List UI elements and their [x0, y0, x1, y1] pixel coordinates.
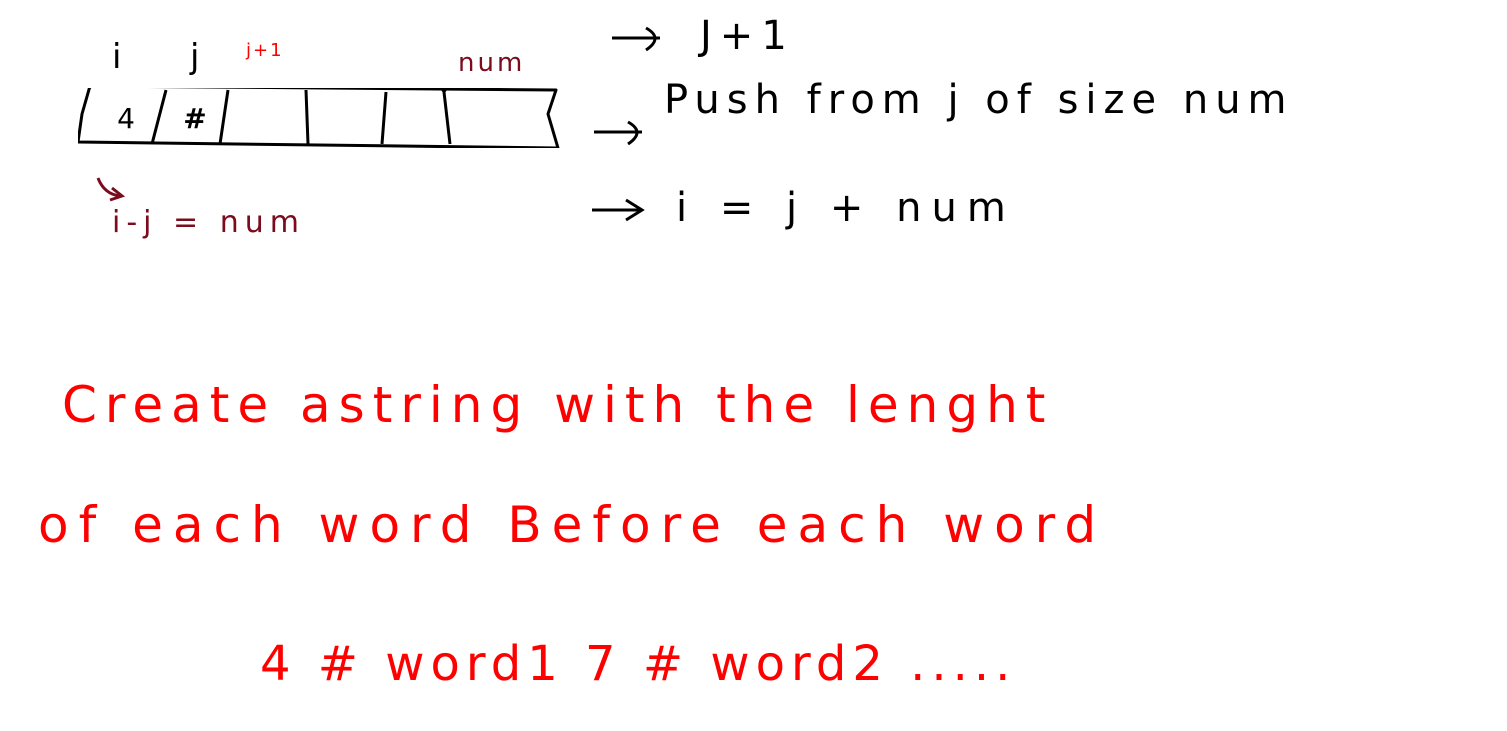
whiteboard-canvas: i j j+1 num 4 # i-j = num J+1 Push from …: [0, 0, 1507, 731]
arrow-right-icon: [594, 120, 642, 146]
note-example: 4 # word1 7 # word2 .....: [260, 636, 1017, 692]
down-right-arrow-icon: [96, 177, 126, 202]
step-3-text: i = j + num: [676, 185, 1016, 231]
label-j: j: [190, 37, 206, 77]
arrow-right-icon: [612, 26, 660, 52]
arrow-right-icon: [592, 198, 645, 222]
step-1-text: J+1: [700, 13, 795, 59]
formula-i-minus-j: i-j = num: [112, 205, 305, 240]
note-line-2: of each word Before each word: [38, 496, 1107, 554]
array-diagram: 4 #: [78, 88, 560, 148]
label-num: num: [458, 48, 526, 78]
array-cell-0: 4: [117, 101, 135, 135]
array-cell-1: #: [183, 101, 207, 135]
label-j-plus-1: j+1: [246, 40, 284, 61]
note-line-1: Create astring with the lenght: [62, 376, 1054, 434]
label-i: i: [112, 37, 128, 77]
step-2-text: Push from j of size num: [664, 77, 1294, 123]
